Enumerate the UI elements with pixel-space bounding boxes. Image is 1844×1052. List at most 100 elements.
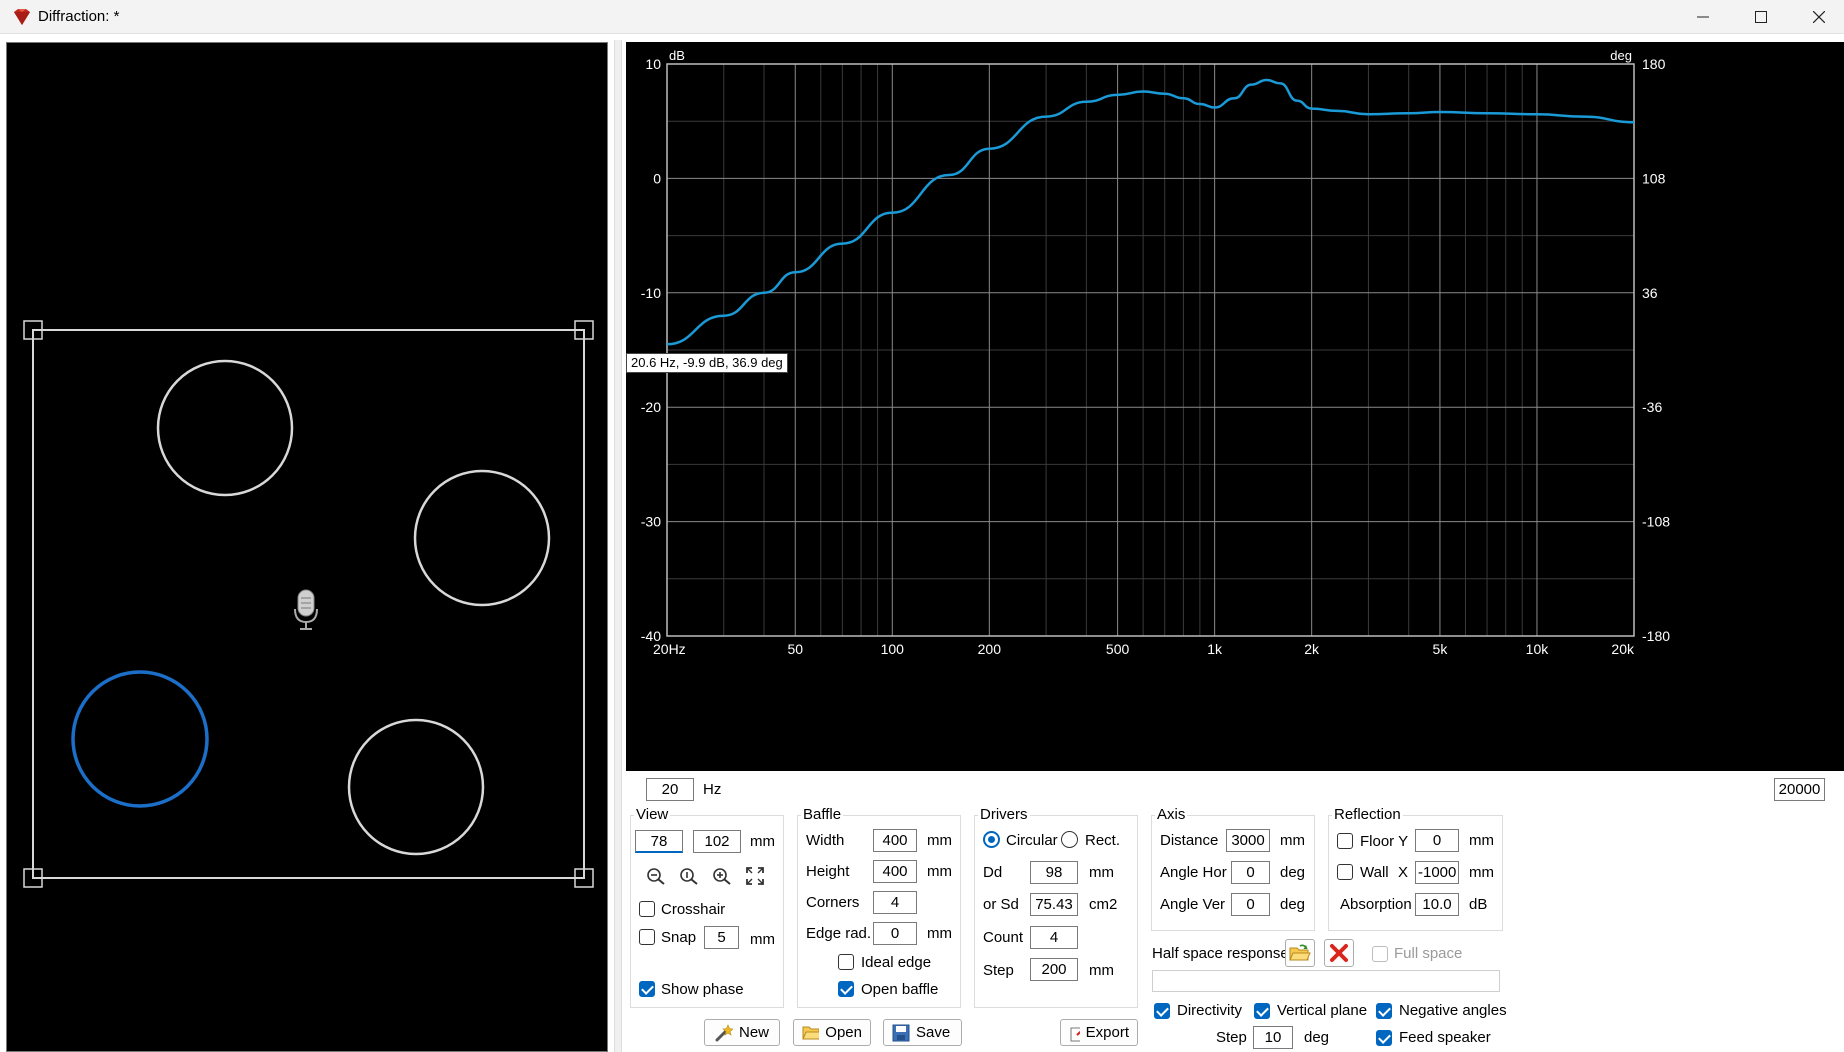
angle-ver-input[interactable] — [1231, 893, 1270, 916]
freq-max-input[interactable] — [1774, 778, 1825, 801]
open-baffle-label: Open baffle — [861, 981, 939, 998]
y-tick-label: -20 — [641, 399, 661, 415]
view-x-input[interactable] — [635, 830, 683, 853]
window-title: Diffraction: * — [38, 8, 120, 25]
baffle-height-input[interactable] — [873, 860, 917, 883]
sd-input[interactable] — [1030, 893, 1078, 916]
zoom-fit-button[interactable] — [676, 864, 702, 888]
x-tick-label: 1k — [1207, 641, 1223, 657]
full-space-checkbox[interactable] — [1372, 946, 1388, 962]
sd-unit: cm2 — [1089, 896, 1118, 913]
driver-step-label: Step — [983, 962, 1014, 979]
y2-tick-label: 36 — [1642, 285, 1658, 301]
open-folder-icon — [802, 1026, 820, 1039]
baffle-drawing[interactable] — [7, 43, 609, 1052]
baffle-corners-label: Corners — [806, 894, 860, 911]
snap-unit: mm — [750, 931, 775, 948]
open-button[interactable]: Open — [793, 1019, 871, 1046]
close-button[interactable] — [1790, 0, 1844, 34]
floor-input[interactable] — [1415, 829, 1459, 852]
angle-ver-label: Angle Ver — [1160, 896, 1226, 913]
baffle-width-input[interactable] — [873, 829, 917, 852]
snap-checkbox[interactable] — [639, 929, 655, 945]
crosshair-checkbox[interactable] — [639, 901, 655, 917]
y-tick-label: 0 — [653, 170, 661, 186]
half-space-open-button[interactable] — [1285, 939, 1315, 967]
baffle-corners-input[interactable] — [873, 891, 917, 914]
dd-unit: mm — [1089, 864, 1114, 881]
x-tick-label: 500 — [1106, 641, 1130, 657]
negative-angles-label: Negative angles — [1399, 1002, 1507, 1019]
fullscreen-icon — [746, 867, 764, 885]
feed-speaker-checkbox[interactable] — [1376, 1030, 1392, 1046]
response-curve — [666, 78, 1635, 346]
minimize-button[interactable] — [1674, 0, 1732, 34]
wall-label: Wall — [1360, 864, 1389, 881]
x-tick-label: 2k — [1304, 641, 1320, 657]
ideal-edge-checkbox[interactable] — [838, 954, 854, 970]
baffle-height-unit: mm — [927, 863, 952, 880]
open-baffle-checkbox[interactable] — [838, 981, 854, 997]
distance-label: Distance — [1160, 832, 1219, 849]
view-y-input[interactable] — [693, 830, 741, 853]
wall-input[interactable] — [1415, 861, 1459, 884]
directivity-step-input[interactable] — [1253, 1026, 1293, 1049]
drivers-group-title: Drivers — [978, 806, 1030, 823]
floor-label: Floor Y — [1360, 833, 1409, 850]
view-group-title: View — [634, 806, 671, 823]
save-button[interactable]: Save — [883, 1019, 962, 1046]
angle-hor-input[interactable] — [1231, 861, 1270, 884]
count-label: Count — [983, 929, 1024, 946]
wall-axis-label: X — [1398, 864, 1409, 881]
save-button-label: Save — [916, 1024, 951, 1041]
zoom-in-button[interactable] — [709, 864, 735, 888]
feed-speaker-label: Feed speaker — [1399, 1029, 1491, 1046]
frequency-response-plot[interactable]: 20Hz 50 100 200 500 1k 2k 5k 10k 20k 10 180 0 108 -10 3… — [626, 42, 1844, 771]
distance-input[interactable] — [1226, 829, 1270, 852]
new-button[interactable]: New — [704, 1019, 780, 1046]
maximize-button[interactable] — [1732, 0, 1790, 34]
driver-circle[interactable] — [347, 718, 485, 856]
snap-input[interactable] — [704, 926, 739, 949]
baffle-edge-rad-input[interactable] — [873, 922, 917, 945]
floor-checkbox[interactable] — [1337, 833, 1353, 849]
directivity-step-label: Step — [1216, 1029, 1247, 1046]
dd-input[interactable] — [1030, 861, 1078, 884]
crosshair-label: Crosshair — [661, 901, 726, 918]
y2-tick-label: -36 — [1642, 399, 1662, 415]
count-input[interactable] — [1030, 926, 1078, 949]
rect-radio[interactable] — [1061, 831, 1078, 848]
half-space-file-path[interactable] — [1152, 970, 1500, 992]
fullscreen-button[interactable] — [742, 864, 768, 888]
directivity-checkbox[interactable] — [1154, 1003, 1170, 1019]
directivity-step-unit: deg — [1304, 1029, 1330, 1046]
freq-min-input[interactable] — [646, 778, 694, 801]
baffle-edge-rad-label: Edge rad. — [806, 925, 872, 942]
zoom-out-button[interactable] — [643, 864, 669, 888]
ideal-edge-label: Ideal edge — [861, 954, 932, 971]
microphone-icon[interactable] — [294, 589, 318, 630]
export-button[interactable]: Export — [1060, 1019, 1138, 1046]
baffle-group-title: Baffle — [801, 806, 844, 823]
driver-circle[interactable] — [156, 359, 294, 497]
circular-radio[interactable] — [983, 831, 1000, 848]
driver-step-input[interactable] — [1030, 958, 1078, 981]
snap-label: Snap — [661, 929, 697, 946]
driver-circle[interactable] — [413, 469, 551, 607]
maximize-icon — [1755, 11, 1767, 23]
absorption-input[interactable] — [1415, 893, 1459, 916]
half-space-clear-button[interactable] — [1324, 939, 1354, 967]
wall-checkbox[interactable] — [1337, 864, 1353, 880]
x-tick-label: 5k — [1433, 641, 1449, 657]
y-tick-label: -30 — [641, 514, 661, 530]
splitter[interactable] — [614, 40, 622, 1052]
circular-label: Circular — [1006, 832, 1058, 849]
baffle-view-canvas[interactable] — [6, 42, 608, 1052]
new-wand-icon — [715, 1023, 733, 1041]
absorption-unit: dB — [1469, 896, 1488, 913]
negative-angles-checkbox[interactable] — [1376, 1003, 1392, 1019]
show-phase-checkbox[interactable] — [639, 981, 655, 997]
driver-circle-selected[interactable] — [71, 670, 209, 808]
vertical-plane-checkbox[interactable] — [1254, 1003, 1270, 1019]
zoom-out-icon — [647, 868, 665, 885]
